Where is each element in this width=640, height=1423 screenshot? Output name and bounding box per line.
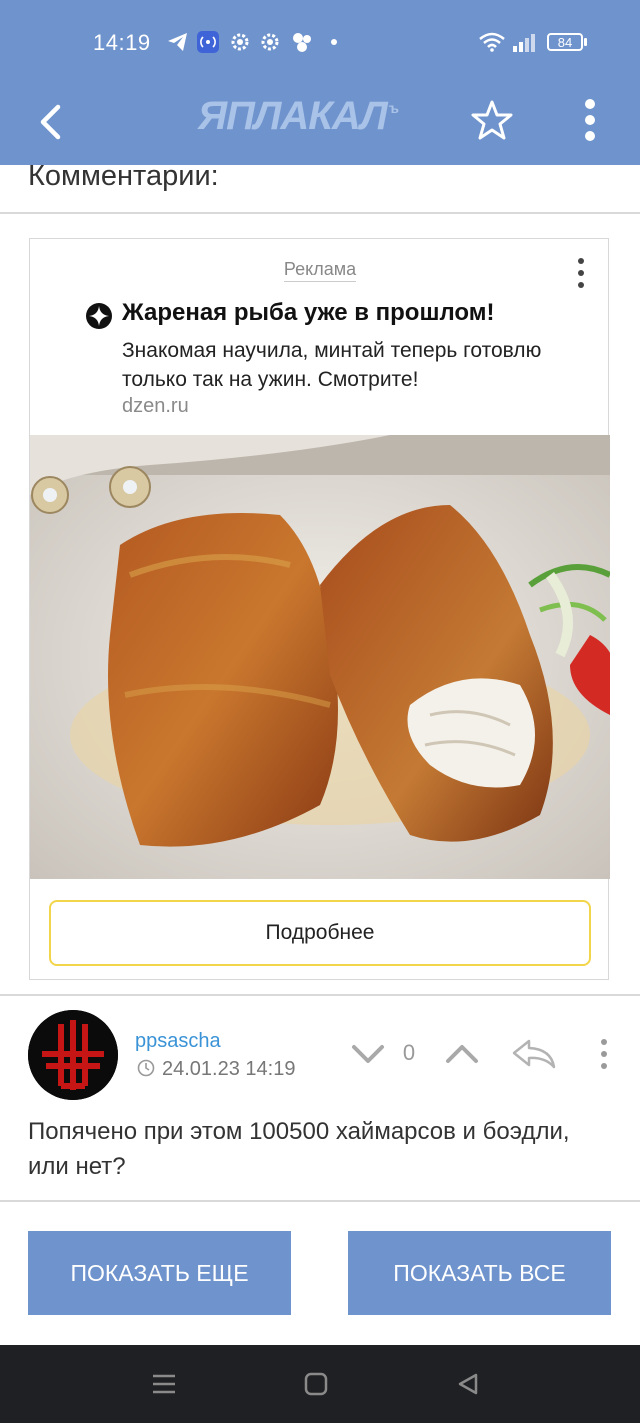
ad-image[interactable] bbox=[30, 435, 610, 879]
comment-username[interactable]: ppsascha bbox=[135, 1030, 221, 1053]
kebab-menu-icon bbox=[578, 258, 584, 288]
logo-sup: ъ bbox=[388, 100, 399, 116]
kebab-menu-icon bbox=[601, 1039, 607, 1069]
back-arrow-icon bbox=[40, 104, 61, 140]
clock-icon bbox=[137, 1059, 155, 1077]
home-button[interactable] bbox=[296, 1369, 336, 1399]
gear-icon bbox=[258, 30, 282, 54]
telegram-icon bbox=[166, 30, 190, 54]
ad-label: Реклама bbox=[30, 259, 610, 282]
ad-card[interactable]: Реклама Жареная рыба уже в прошлом! Знак… bbox=[29, 238, 610, 980]
cluster-icon bbox=[290, 30, 314, 54]
ad-details-button[interactable]: Подробнее bbox=[49, 900, 591, 966]
star-icon bbox=[471, 100, 513, 140]
nfc-icon bbox=[196, 30, 220, 54]
vote-count: 0 bbox=[402, 1040, 416, 1065]
fried-fish-photo bbox=[30, 435, 610, 879]
wifi-icon bbox=[478, 30, 506, 54]
avatar[interactable] bbox=[28, 1010, 118, 1100]
reply-icon bbox=[512, 1039, 556, 1069]
signal-icon bbox=[510, 30, 538, 54]
ad-title[interactable]: Жареная рыба уже в прошлом! bbox=[122, 299, 494, 327]
dot-icon bbox=[326, 30, 342, 54]
favorite-button[interactable] bbox=[466, 94, 518, 146]
gear-icon bbox=[228, 30, 252, 54]
ad-label-text: Реклама bbox=[283, 259, 357, 282]
comments-heading: Комментарии: bbox=[28, 160, 219, 192]
vote-down-button[interactable] bbox=[350, 1036, 386, 1072]
ad-domain: dzen.ru bbox=[122, 395, 189, 417]
system-nav-bar bbox=[0, 1345, 640, 1423]
vote-up-button[interactable] bbox=[444, 1036, 480, 1072]
triangle-back-icon bbox=[458, 1373, 478, 1395]
ad-more-button[interactable] bbox=[568, 255, 594, 291]
recent-apps-button[interactable] bbox=[144, 1369, 184, 1399]
divider bbox=[0, 994, 640, 996]
top-bar: 14:19 84 ЯПЛАКАЛ ъ bbox=[0, 0, 640, 165]
status-bar: 14:19 84 bbox=[0, 0, 640, 86]
comment-more-button[interactable] bbox=[590, 1034, 618, 1074]
logo-text: ЯПЛАКАЛ bbox=[198, 93, 388, 138]
system-back-button[interactable] bbox=[448, 1369, 488, 1399]
menu-button[interactable] bbox=[568, 92, 612, 148]
chevron-up-icon bbox=[446, 1045, 478, 1063]
comment-date: 24.01.23 14:19 bbox=[162, 1058, 296, 1080]
divider bbox=[0, 1200, 640, 1202]
menu-lines-icon bbox=[153, 1374, 175, 1394]
dzen-logo-icon bbox=[86, 303, 112, 329]
comment-text: Попячено при этом 100500 хаймарсов и боэ… bbox=[28, 1118, 570, 1180]
site-logo[interactable]: ЯПЛАКАЛ ъ bbox=[198, 93, 399, 138]
status-time: 14:19 bbox=[93, 30, 151, 55]
show-more-button[interactable]: ПОКАЗАТЬ ЕЩЕ bbox=[28, 1231, 291, 1315]
kebab-menu-icon bbox=[585, 99, 595, 141]
back-button[interactable] bbox=[22, 94, 78, 150]
reply-button[interactable] bbox=[510, 1034, 558, 1074]
battery-icon: 84 bbox=[546, 30, 588, 54]
ad-description: Знакомая научила, минтай теперь готовлю … bbox=[122, 339, 542, 391]
show-all-button[interactable]: ПОКАЗАТЬ ВСЕ bbox=[348, 1231, 611, 1315]
divider bbox=[0, 212, 640, 214]
chevron-down-icon bbox=[352, 1045, 384, 1063]
app-bar: ЯПЛАКАЛ ъ bbox=[0, 86, 640, 165]
battery-level: 84 bbox=[557, 34, 573, 50]
square-icon bbox=[304, 1372, 328, 1396]
